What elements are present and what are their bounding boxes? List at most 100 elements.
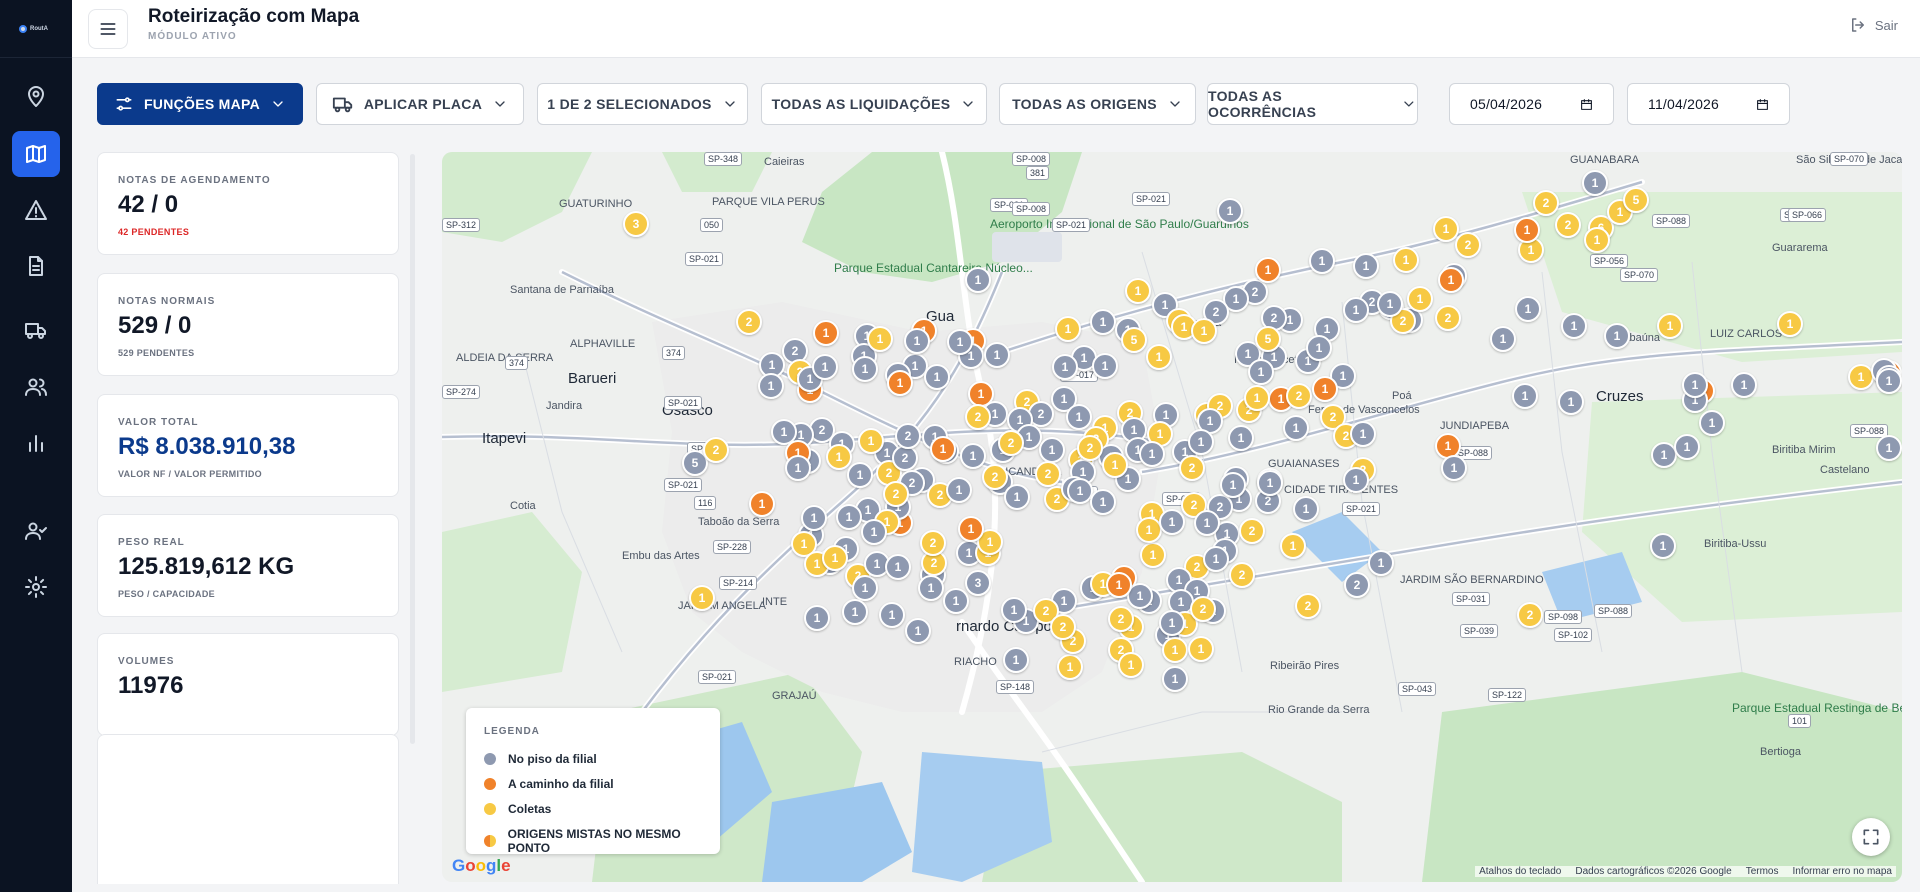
map-marker[interactable]: 1 (930, 436, 956, 462)
map-marker[interactable]: 3 (965, 570, 991, 596)
map-marker[interactable]: 2 (1455, 232, 1481, 258)
map-marker[interactable]: 1 (1650, 533, 1676, 559)
map-marker[interactable]: 1 (1162, 666, 1188, 692)
fullscreen-button[interactable] (1852, 818, 1890, 856)
sidebar-item-documents[interactable] (12, 243, 60, 289)
map-marker[interactable]: 1 (858, 428, 884, 454)
map-marker[interactable]: 1 (1001, 597, 1027, 623)
sidebar-item-vehicles[interactable] (12, 307, 60, 353)
map-marker[interactable]: 1 (804, 605, 830, 631)
map-marker[interactable]: 1 (1188, 636, 1214, 662)
map-marker[interactable]: 1 (1159, 610, 1185, 636)
map-marker[interactable]: 2 (1295, 593, 1321, 619)
map-marker[interactable]: 2 (1344, 572, 1370, 598)
map-marker[interactable]: 1 (1657, 313, 1683, 339)
map-marker[interactable]: 1 (924, 364, 950, 390)
map-marker[interactable]: 1 (1102, 452, 1128, 478)
selection-dropdown[interactable]: 1 DE 2 SELECIONADOS (537, 83, 748, 125)
map-marker[interactable]: 1 (836, 504, 862, 530)
map-marker[interactable]: 2 (1035, 461, 1061, 487)
keyboard-shortcuts-link[interactable]: Atalhos do teclado (1479, 866, 1561, 877)
map-marker[interactable]: 1 (1140, 542, 1166, 568)
map-marker[interactable]: 1 (852, 575, 878, 601)
map-marker[interactable]: 1 (1512, 383, 1538, 409)
map-marker[interactable]: 2 (1108, 606, 1134, 632)
terms-link[interactable]: Termos (1746, 866, 1779, 877)
map-marker[interactable]: 1 (1777, 311, 1803, 337)
map-marker[interactable]: 1 (1433, 216, 1459, 242)
sidebar-item-drivers[interactable] (12, 508, 60, 554)
map-marker[interactable]: 1 (1090, 489, 1116, 515)
map-marker[interactable]: 1 (1106, 572, 1132, 598)
map-marker[interactable]: 1 (1343, 297, 1369, 323)
map-marker[interactable]: 2 (1239, 518, 1265, 544)
map-marker[interactable]: 2 (895, 423, 921, 449)
end-date-input[interactable]: 11/04/2026 (1627, 83, 1790, 125)
map-marker[interactable]: 1 (1309, 248, 1335, 274)
sidebar-item-reports[interactable] (12, 420, 60, 466)
map-marker[interactable]: 1 (1162, 637, 1188, 663)
route-map[interactable]: Caieiras GUATURINHO PARQUE VILA PERUS Santa… (442, 152, 1902, 882)
map-marker[interactable]: 1 (1248, 359, 1274, 385)
map-marker[interactable]: 2 (1286, 383, 1312, 409)
map-marker[interactable]: 1 (943, 588, 969, 614)
map-marker[interactable]: 1 (1604, 323, 1630, 349)
map-marker[interactable]: 1 (1441, 455, 1467, 481)
map-marker[interactable]: 1 (1092, 353, 1118, 379)
map-marker[interactable]: 1 (1255, 257, 1281, 283)
map-marker[interactable]: 1 (1146, 344, 1172, 370)
origins-dropdown[interactable]: TODAS AS ORIGENS (999, 83, 1196, 125)
map-marker[interactable]: 2 (965, 404, 991, 430)
map-marker[interactable]: 1 (1066, 404, 1092, 430)
sidebar-item-users[interactable] (12, 364, 60, 410)
map-marker[interactable]: 1 (1244, 385, 1270, 411)
map-marker[interactable]: 1 (785, 455, 811, 481)
map-marker[interactable]: 1 (1057, 654, 1083, 680)
sidebar-item-settings[interactable] (12, 564, 60, 610)
map-marker[interactable]: 2 (1077, 435, 1103, 461)
map-marker[interactable]: 1 (867, 326, 893, 352)
map-marker[interactable]: 2 (920, 530, 946, 556)
map-marker[interactable]: 1 (801, 505, 827, 531)
map-marker[interactable]: 1 (1055, 316, 1081, 342)
map-marker[interactable]: 1 (918, 575, 944, 601)
map-marker[interactable]: 1 (1682, 372, 1708, 398)
map-marker[interactable]: 2 (883, 481, 909, 507)
map-marker[interactable]: 1 (1159, 509, 1185, 535)
map-marker[interactable]: 1 (813, 320, 839, 346)
sidebar-item-locations[interactable] (12, 74, 60, 120)
map-marker[interactable]: 1 (1194, 510, 1220, 536)
map-marker[interactable]: 1 (1052, 354, 1078, 380)
map-marker[interactable]: 1 (960, 443, 986, 469)
map-marker[interactable]: 1 (965, 267, 991, 293)
map-marker[interactable]: 1 (842, 599, 868, 625)
map-marker[interactable]: 1 (1188, 429, 1214, 455)
menu-toggle-button[interactable] (88, 9, 128, 49)
map-marker[interactable]: 1 (879, 602, 905, 628)
map-marker[interactable]: 1 (1582, 170, 1608, 196)
liquidations-dropdown[interactable]: TODAS AS LIQUIDAÇÕES (761, 83, 987, 125)
map-marker[interactable]: 1 (905, 618, 931, 644)
map-marker[interactable]: 1 (887, 370, 913, 396)
map-marker[interactable]: 1 (1353, 253, 1379, 279)
map-marker[interactable]: 2 (1555, 212, 1581, 238)
map-marker[interactable]: 1 (1368, 550, 1394, 576)
map-marker[interactable]: 2 (998, 430, 1024, 456)
map-marker[interactable]: 1 (1090, 309, 1116, 335)
map-marker[interactable]: 1 (1584, 227, 1610, 253)
map-marker[interactable]: 1 (852, 356, 878, 382)
map-marker[interactable]: 1 (1257, 470, 1283, 496)
map-marker[interactable]: 5 (1255, 326, 1281, 352)
map-functions-dropdown[interactable]: FUNÇÕES MAPA (97, 83, 303, 125)
map-marker[interactable]: 1 (1377, 291, 1403, 317)
map-marker[interactable]: 1 (1343, 467, 1369, 493)
map-marker[interactable]: 1 (1306, 335, 1332, 361)
map-marker[interactable]: 1 (758, 373, 784, 399)
map-marker[interactable]: 2 (736, 309, 762, 335)
apply-plate-dropdown[interactable]: APLICAR PLACA (316, 83, 524, 125)
map-marker[interactable]: 1 (958, 516, 984, 542)
map-marker[interactable]: 1 (904, 328, 930, 354)
map-marker[interactable]: 1 (822, 545, 848, 571)
map-marker[interactable]: 1 (984, 342, 1010, 368)
map-marker[interactable]: 2 (1517, 602, 1543, 628)
